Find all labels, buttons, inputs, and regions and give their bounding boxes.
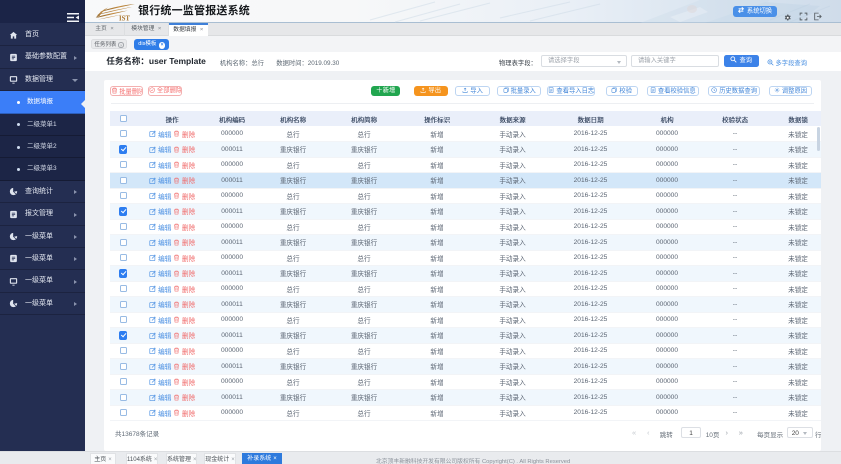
svg-text:IST: IST [119,16,130,23]
